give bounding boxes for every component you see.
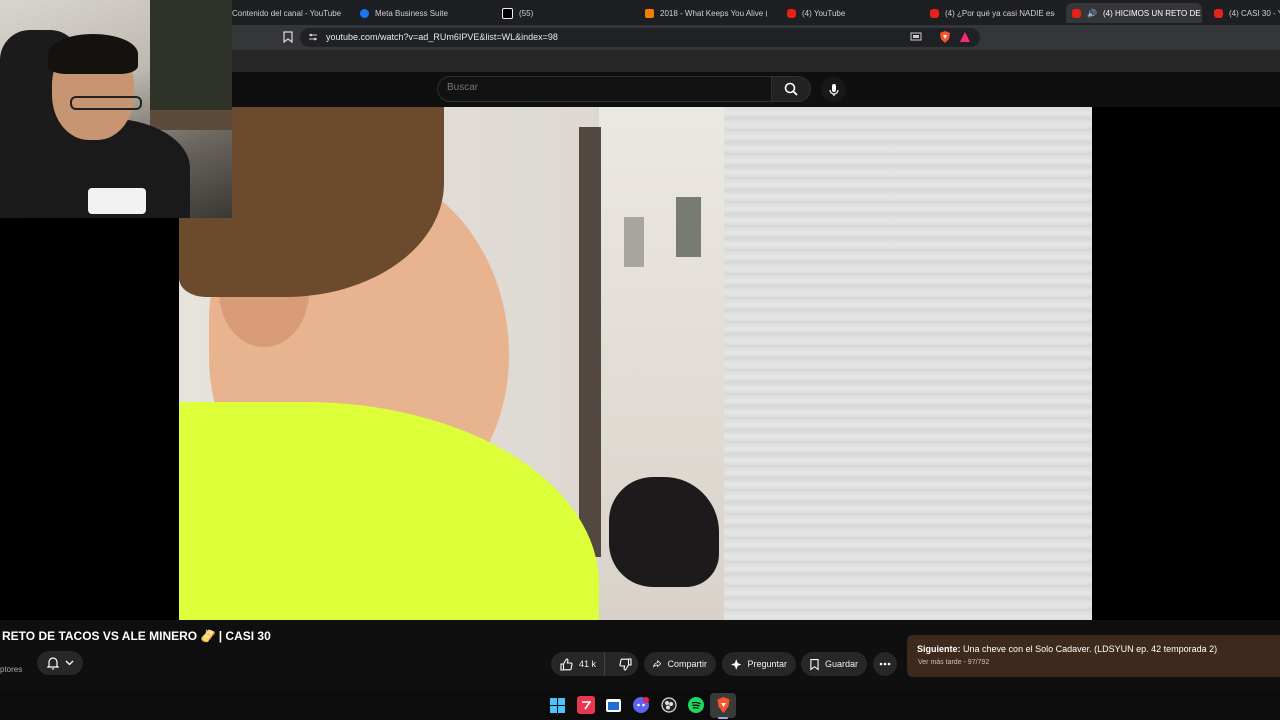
webcam-microphone	[88, 188, 146, 214]
save-label: Guardar	[824, 659, 858, 669]
youtube-icon	[930, 8, 939, 18]
thumbs-up-icon	[560, 657, 573, 671]
search-button[interactable]	[771, 76, 811, 102]
windows-start-icon[interactable]	[548, 696, 566, 714]
next-video-title: Una cheve con el Solo Cadaver. (LDSYUN e…	[963, 644, 1218, 654]
tab-title: (4) ¿Por qué ya casi NADIE escuch	[945, 8, 1055, 18]
next-prefix: Siguiente:	[917, 644, 961, 654]
like-count: 41 k	[579, 659, 597, 669]
tab-youtube-video-2[interactable]: (4) ¿Por qué ya casi NADIE escuch	[930, 3, 1055, 23]
youtube-header-top-band	[232, 50, 1280, 72]
audio-playing-icon: 🔊	[1087, 8, 1097, 18]
playlist-next-panel[interactable]	[907, 635, 1280, 677]
app-blue-window-icon[interactable]	[604, 696, 622, 714]
subscriber-count: ptores	[0, 665, 23, 674]
video-scene-dog	[609, 477, 719, 587]
thumbs-down-icon	[619, 657, 632, 671]
spotify-icon[interactable]	[687, 696, 705, 714]
search-input[interactable]	[447, 82, 747, 93]
brave-icon[interactable]	[714, 696, 732, 714]
app-red-icon[interactable]	[577, 696, 595, 714]
video-player[interactable]	[179, 107, 1092, 620]
tab-title: 2018 - What Keeps You Alive (Lo	[660, 8, 767, 18]
tab-title: (4) CASI 30 - Yo	[1229, 8, 1280, 18]
tab-tiktok[interactable]: (55)	[502, 3, 562, 23]
sparkle-icon	[731, 658, 742, 670]
webcam-background-shelf	[150, 110, 232, 130]
bookmark-save-icon	[810, 658, 819, 671]
tab-meta-business[interactable]: Meta Business Suite	[360, 3, 480, 23]
save-button[interactable]: Guardar	[801, 652, 867, 676]
more-horizontal-icon	[879, 662, 891, 666]
more-actions-button[interactable]	[873, 652, 897, 676]
webcam-overlay	[0, 0, 232, 218]
webcam-person-hair	[48, 34, 138, 74]
share-button[interactable]: Compartir	[644, 652, 716, 676]
meta-icon	[360, 8, 369, 18]
url-text[interactable]: youtube.com/watch?v=ad_RUm6IPVE&list=WL&…	[326, 30, 558, 45]
video-scene-picture-frame	[676, 197, 701, 257]
tab-title: (55)	[519, 8, 534, 18]
video-scene-shirt	[179, 402, 599, 620]
ask-label: Preguntar	[747, 659, 787, 669]
search-icon	[784, 82, 798, 96]
tab-title: Contenido del canal - YouTube St	[232, 8, 344, 18]
site-settings-icon[interactable]	[308, 32, 318, 42]
tab-youtube-home[interactable]: (4) YouTube	[787, 3, 867, 23]
tab-youtube-casi30[interactable]: (4) CASI 30 - Yo	[1214, 3, 1280, 23]
webcam-background-plant	[150, 0, 232, 110]
dislike-button[interactable]	[611, 652, 640, 676]
video-scene-light-switch	[624, 217, 644, 267]
webcam-person-glasses	[70, 96, 142, 110]
brave-shields-icon[interactable]	[938, 30, 952, 44]
cast-icon[interactable]	[910, 32, 922, 42]
video-title: RETO DE TACOS VS ALE MINERO 🫔 | CASI 30	[2, 629, 271, 643]
youtube-icon	[1214, 8, 1223, 18]
tab-title: (4) HICIMOS UN RETO DE	[1102, 8, 1201, 18]
tab-active-video[interactable]: 🔊 (4) HICIMOS UN RETO DE ✕	[1066, 3, 1202, 23]
voice-search-button[interactable]	[821, 77, 846, 102]
bookmark-icon[interactable]	[283, 31, 293, 43]
chevron-down-icon	[65, 660, 73, 666]
bell-icon	[46, 656, 59, 670]
tab-title: (4) YouTube	[802, 8, 846, 18]
playlist-position: Ver más tarde - 97/792	[918, 659, 990, 666]
microphone-icon	[828, 83, 839, 96]
share-icon	[653, 659, 662, 668]
tab-title: Meta Business Suite	[375, 8, 448, 18]
blogger-icon	[645, 8, 654, 18]
obs-icon[interactable]	[660, 696, 678, 714]
share-label: Compartir	[667, 659, 707, 669]
tab-youtube-studio[interactable]: Contenido del canal - YouTube St	[232, 3, 344, 23]
like-button[interactable]: 41 k	[551, 652, 606, 676]
tiktok-icon	[502, 7, 513, 19]
ask-button[interactable]: Preguntar	[722, 652, 796, 676]
youtube-icon	[787, 8, 796, 18]
tab-blogger[interactable]: 2018 - What Keeps You Alive (Lo	[645, 3, 767, 23]
video-scene-door	[579, 127, 601, 557]
youtube-icon	[1072, 8, 1081, 18]
video-scene-closet	[724, 107, 1092, 620]
discord-icon[interactable]	[632, 696, 650, 714]
like-dislike-group: 41 k	[551, 652, 638, 676]
playlist-next-title[interactable]: Siguiente: Una cheve con el Solo Cadaver…	[917, 644, 1217, 654]
notifications-button[interactable]	[37, 651, 83, 675]
brave-rewards-icon[interactable]	[959, 31, 971, 43]
taskbar-active-indicator	[718, 717, 728, 719]
